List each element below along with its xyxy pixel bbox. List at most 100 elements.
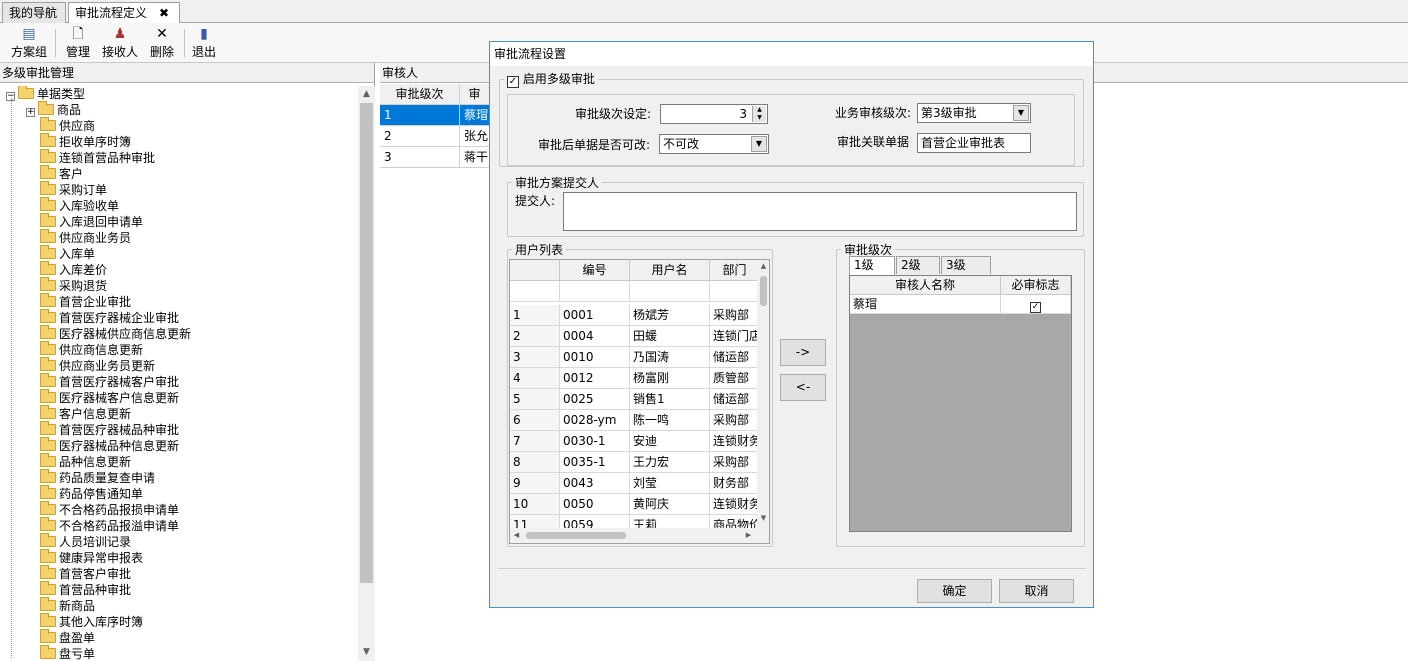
tree-item[interactable]: 新商品 — [40, 597, 95, 614]
table-cell[interactable]: 乃国涛 — [630, 347, 710, 368]
tree-item[interactable]: 医疗器械品种信息更新 — [40, 437, 179, 454]
table-cell[interactable]: 财务部 — [710, 473, 760, 494]
check-icon[interactable]: ✓ — [1030, 302, 1041, 313]
tree-item[interactable]: + 商品 — [26, 101, 81, 118]
required-cell[interactable]: ✓ — [1001, 295, 1071, 314]
table-cell[interactable]: 安迪 — [630, 431, 710, 452]
table-cell[interactable]: 连锁门店 — [710, 326, 760, 347]
filter-cell[interactable] — [630, 281, 710, 302]
tree-item[interactable]: 首营企业审批 — [40, 293, 131, 310]
tree-item[interactable]: 药品质量复查申请 — [40, 469, 155, 486]
biz-level-select[interactable]: 第3级审批 ▼ — [917, 103, 1031, 123]
chevron-down-icon[interactable]: ▼ — [1013, 105, 1029, 121]
tree-item[interactable]: 人员培训记录 — [40, 533, 131, 550]
table-cell[interactable]: 0028-ym — [560, 410, 630, 431]
tree-item[interactable]: 供应商信息更新 — [40, 341, 143, 358]
chevron-down-icon[interactable]: ▼ — [751, 136, 767, 152]
table-cell[interactable]: 黄阿庆 — [630, 494, 710, 515]
tree-item[interactable]: 盘亏单 — [40, 645, 95, 661]
tree-item[interactable]: 拒收单序时簿 — [40, 133, 131, 150]
ok-button[interactable]: 确定 — [917, 579, 992, 603]
column-header[interactable]: 部门 — [710, 260, 760, 281]
scroll-up-icon[interactable]: ▲ — [358, 86, 375, 103]
tab-my-navigation[interactable]: 我的导航 — [2, 2, 66, 23]
tree-item[interactable]: 采购订单 — [40, 181, 107, 198]
filter-cell[interactable] — [560, 281, 630, 302]
scroll-up-icon[interactable]: ▲ — [757, 260, 769, 273]
table-cell[interactable]: 采购部 — [710, 305, 760, 326]
table-cell[interactable]: 田蝯 — [630, 326, 710, 347]
tree-item[interactable]: 药品停售通知单 — [40, 485, 143, 502]
table-cell[interactable]: 0030-1 — [560, 431, 630, 452]
cancel-button[interactable]: 取消 — [999, 579, 1074, 603]
tree-item[interactable]: 首营医疗器械品种审批 — [40, 421, 179, 438]
tree-item[interactable]: 盘盈单 — [40, 629, 95, 646]
table-cell[interactable]: 1 — [380, 105, 460, 126]
table-cell[interactable]: 采购部 — [710, 410, 760, 431]
tree-item[interactable]: 入库单 — [40, 245, 95, 262]
table-cell[interactable]: 0001 — [560, 305, 630, 326]
tree-item[interactable]: 首营品种审批 — [40, 581, 131, 598]
table-cell[interactable]: 杨富刚 — [630, 368, 710, 389]
tree-item[interactable]: 医疗器械客户信息更新 — [40, 389, 179, 406]
enable-multilevel-checkbox[interactable]: ✓ 启用多级审批 — [504, 70, 598, 88]
delete-button[interactable]: ✕ 删除 — [146, 25, 178, 61]
table-cell[interactable]: 杨斌芳 — [630, 305, 710, 326]
modifiable-select[interactable]: 不可改 ▼ — [659, 134, 769, 154]
tree-item[interactable]: 供应商 — [40, 117, 95, 134]
table-cell[interactable]: 0025 — [560, 389, 630, 410]
auditor-name-cell[interactable]: 蔡瑁 — [850, 295, 1001, 314]
table-cell[interactable]: 0035-1 — [560, 452, 630, 473]
table-cell[interactable]: 储运部 — [710, 347, 760, 368]
scroll-thumb[interactable] — [760, 276, 767, 306]
scroll-thumb[interactable] — [360, 103, 373, 583]
scroll-left-icon[interactable]: ◀ — [510, 528, 523, 543]
scheme-group-button[interactable]: ▤ 方案组 — [6, 25, 52, 61]
column-header[interactable]: 用户名 — [630, 260, 710, 281]
tree-item[interactable]: 医疗器械供应商信息更新 — [40, 325, 191, 342]
tab-level-1[interactable]: 1级 — [849, 256, 895, 275]
manage-button[interactable]: 🗋 管理 — [62, 25, 94, 61]
scroll-thumb[interactable] — [526, 532, 626, 539]
table-cell[interactable]: 蔡瑁 — [460, 105, 490, 126]
tree-item[interactable]: 不合格药品报损申请单 — [40, 501, 179, 518]
table-cell[interactable]: 销售1 — [630, 389, 710, 410]
tree-item[interactable]: 不合格药品报溢申请单 — [40, 517, 179, 534]
table-cell[interactable]: 质管部 — [710, 368, 760, 389]
expand-icon[interactable]: + — [26, 108, 35, 117]
submitter-input[interactable] — [563, 192, 1077, 231]
scroll-down-icon[interactable]: ▼ — [757, 512, 769, 525]
table-cell[interactable]: 3 — [380, 147, 460, 168]
table-cell[interactable]: 刘莹 — [630, 473, 710, 494]
scroll-down-icon[interactable]: ▼ — [358, 644, 375, 661]
table-cell[interactable]: 0004 — [560, 326, 630, 347]
tree-item[interactable]: 健康异常申报表 — [40, 549, 143, 566]
table-cell[interactable]: 储运部 — [710, 389, 760, 410]
grid-hscrollbar[interactable]: ◀ ▶ — [510, 528, 769, 543]
tree-item[interactable]: 客户 — [40, 165, 83, 182]
tree-item[interactable]: 供应商业务员 — [40, 229, 131, 246]
tree-item[interactable]: 入库差价 — [40, 261, 107, 278]
tree-item[interactable]: 首营医疗器械客户审批 — [40, 373, 179, 390]
remove-auditor-button[interactable]: <- — [780, 374, 826, 401]
receiver-button[interactable]: ♟ 接收人 — [98, 25, 142, 61]
tree-item[interactable]: 首营医疗器械企业审批 — [40, 309, 179, 326]
table-cell[interactable]: 蒋干 — [460, 147, 490, 168]
filter-cell[interactable] — [710, 281, 760, 302]
tree-scrollbar[interactable]: ▲ ▼ — [358, 86, 375, 661]
tree-item[interactable]: 首营客户审批 — [40, 565, 131, 582]
tree-item[interactable]: 其他入库序时簿 — [40, 613, 143, 630]
table-cell[interactable]: 连锁财务 — [710, 494, 760, 515]
tab-level-2[interactable]: 2级 — [896, 256, 940, 274]
level-spinner[interactable]: 3 ▲ ▼ — [660, 104, 768, 124]
table-cell[interactable]: 0050 — [560, 494, 630, 515]
table-cell[interactable]: 张允 — [460, 126, 490, 147]
tree-root[interactable]: − 单据类型 — [6, 86, 85, 102]
table-cell[interactable]: 0043 — [560, 473, 630, 494]
table-cell[interactable]: 2 — [380, 126, 460, 147]
table-cell[interactable]: 连锁财务 — [710, 431, 760, 452]
close-icon[interactable]: ✖ — [159, 6, 169, 20]
exit-button[interactable]: ▮ 退出 — [188, 25, 220, 61]
tree-item[interactable]: 采购退货 — [40, 277, 107, 294]
table-cell[interactable]: 采购部 — [710, 452, 760, 473]
